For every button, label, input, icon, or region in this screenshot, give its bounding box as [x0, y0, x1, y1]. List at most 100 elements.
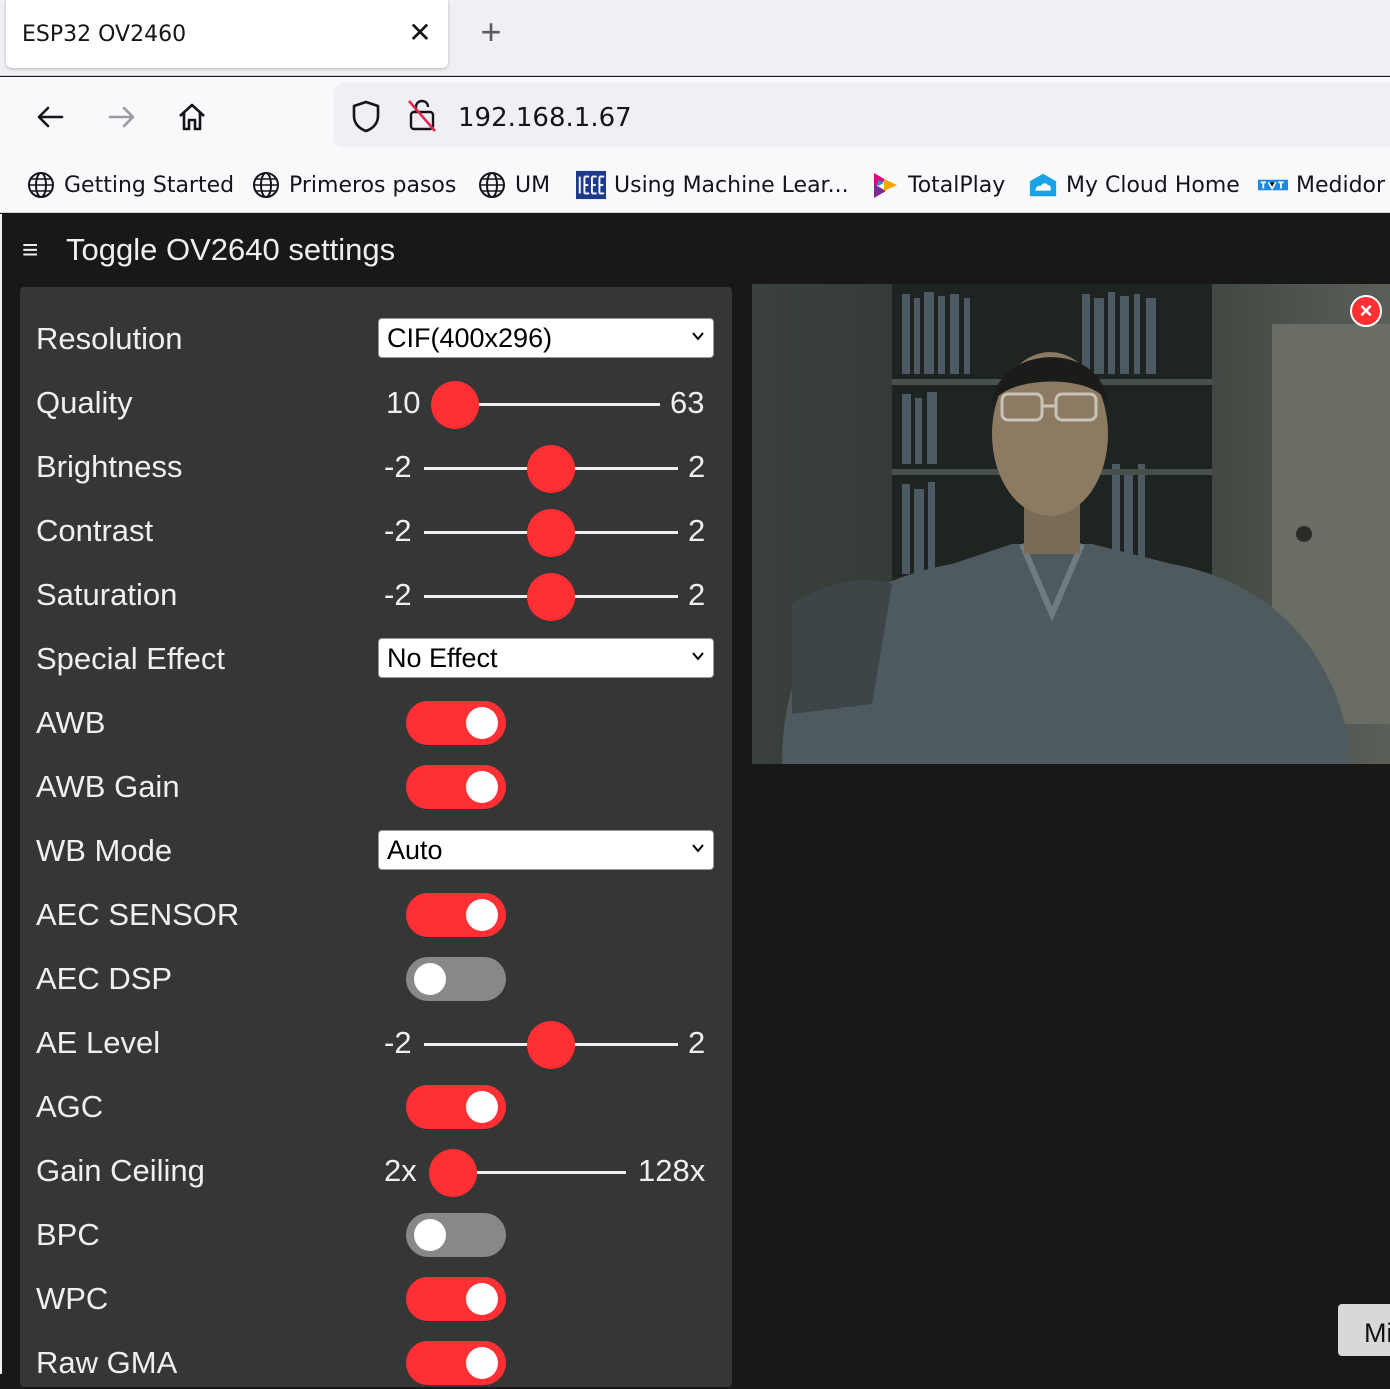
hamburger-menu-icon[interactable]: ≡ — [22, 236, 46, 264]
bookmark-getting-started[interactable]: Getting Started — [26, 169, 234, 201]
bookmark-label: My Cloud Home — [1066, 172, 1240, 198]
special-effect-select[interactable]: No Effect — [378, 638, 714, 678]
toggle-knob — [466, 1283, 498, 1315]
awb-gain-label: AWB Gain — [36, 769, 180, 804]
toggle-knob — [414, 1219, 446, 1251]
bookmark-label: TotalPlay — [908, 172, 1006, 198]
forward-button[interactable] — [100, 95, 144, 139]
agc-label: AGC — [36, 1089, 104, 1124]
bpc-label: BPC — [36, 1217, 100, 1252]
ae-level-min: -2 — [384, 1025, 412, 1060]
aec-dsp-toggle[interactable] — [406, 957, 506, 1001]
aec-dsp-row: AEC DSP — [20, 955, 732, 1005]
awb-toggle[interactable] — [406, 701, 506, 745]
contrast-label: Contrast — [36, 513, 154, 548]
resolution-select[interactable]: CIF(400x296) — [378, 318, 714, 358]
raw-gma-toggle[interactable] — [406, 1341, 506, 1385]
gain-ceiling-slider-thumb[interactable] — [429, 1149, 477, 1197]
resolution-label: Resolution — [36, 321, 183, 356]
contrast-slider-thumb[interactable] — [527, 509, 575, 557]
home-icon — [179, 103, 205, 131]
wpc-row: WPC — [20, 1275, 732, 1325]
tab-strip: ESP32 OV2460 ✕ + — [0, 0, 1390, 76]
toggle-knob — [466, 707, 498, 739]
bookmark-label: Primeros pasos — [289, 172, 457, 198]
cloud-icon — [1028, 170, 1058, 200]
raw-gma-row: Raw GMA — [20, 1339, 732, 1389]
saturation-slider-thumb[interactable] — [527, 573, 575, 621]
home-button[interactable] — [170, 95, 214, 139]
settings-panel: Resolution CIF(400x296) Quality 10 63 Br… — [20, 287, 732, 1387]
quality-row: Quality 10 63 — [20, 379, 732, 429]
quality-slider-thumb[interactable] — [431, 381, 479, 429]
saturation-row: Saturation -2 2 — [20, 571, 732, 621]
totalplay-icon — [870, 170, 900, 200]
close-stream-icon[interactable]: × — [1350, 295, 1382, 327]
bookmark-my-cloud-home[interactable]: My Cloud Home — [1028, 169, 1240, 201]
toggle-knob — [466, 899, 498, 931]
bookmark-um[interactable]: UM — [477, 169, 550, 201]
gain-ceiling-min: 2x — [384, 1153, 417, 1188]
brightness-slider-thumb[interactable] — [527, 445, 575, 493]
wb-mode-row: WB Mode Auto — [20, 827, 732, 877]
bookmark-totalplay[interactable]: TotalPlay — [870, 169, 1005, 201]
page-content: ≡ Toggle OV2640 settings Resolution CIF(… — [0, 214, 1390, 1387]
aec-dsp-label: AEC DSP — [36, 961, 173, 996]
saturation-min: -2 — [384, 577, 412, 612]
bookmark-using-machine-learning[interactable]: Using Machine Lear... — [576, 169, 849, 201]
new-tab-button[interactable]: + — [472, 14, 510, 52]
toggle-knob — [466, 771, 498, 803]
quality-label: Quality — [36, 385, 133, 420]
contrast-max: 2 — [688, 513, 706, 548]
back-button[interactable] — [28, 95, 72, 139]
brightness-row: Brightness -2 2 — [20, 443, 732, 493]
aec-sensor-toggle[interactable] — [406, 893, 506, 937]
bottom-right-button[interactable]: Mi — [1338, 1304, 1390, 1356]
bookmark-medidor[interactable]: Medidor — [1258, 169, 1385, 201]
navigation-bar: 192.168.1.67 — [0, 77, 1390, 155]
globe-icon — [251, 170, 281, 200]
bookmark-primeros-pasos[interactable]: Primeros pasos — [251, 169, 456, 201]
resolution-row: Resolution CIF(400x296) — [20, 315, 732, 365]
bookmark-label: UM — [515, 172, 551, 198]
insecure-lock-icon[interactable] — [406, 97, 438, 133]
special-effect-value: No Effect — [387, 643, 498, 673]
bpc-toggle[interactable] — [406, 1213, 506, 1257]
aec-sensor-label: AEC SENSOR — [36, 897, 240, 932]
quality-slider-track[interactable] — [450, 403, 660, 406]
settings-toggle[interactable]: ≡ Toggle OV2640 settings — [22, 230, 395, 270]
chevron-down-icon — [692, 844, 704, 853]
tab-title: ESP32 OV2460 — [22, 22, 187, 47]
ae-level-slider-thumb[interactable] — [527, 1021, 575, 1069]
agc-toggle[interactable] — [406, 1085, 506, 1129]
wb-mode-value: Auto — [387, 835, 443, 865]
raw-gma-label: Raw GMA — [36, 1345, 178, 1380]
bookmark-label: Medidor — [1296, 172, 1386, 198]
bookmarks-bar: Getting Started Primeros pasos UM Using … — [0, 155, 1390, 213]
url-text[interactable]: 192.168.1.67 — [458, 103, 632, 133]
resolution-value: CIF(400x296) — [387, 323, 553, 353]
awb-gain-toggle[interactable] — [406, 765, 506, 809]
page-title[interactable]: Toggle OV2640 settings — [66, 232, 395, 268]
medidor-icon — [1258, 170, 1288, 200]
special-effect-row: Special Effect No Effect — [20, 635, 732, 685]
browser-tab[interactable]: ESP32 OV2460 ✕ — [6, 0, 448, 68]
tab-close-icon[interactable]: ✕ — [404, 18, 436, 50]
brightness-min: -2 — [384, 449, 412, 484]
contrast-min: -2 — [384, 513, 412, 548]
quality-max: 63 — [670, 385, 705, 420]
wpc-toggle[interactable] — [406, 1277, 506, 1321]
url-bar[interactable]: 192.168.1.67 — [334, 83, 1390, 147]
chevron-down-icon — [692, 652, 704, 661]
ae-level-max: 2 — [688, 1025, 706, 1060]
shield-icon[interactable] — [350, 99, 382, 133]
bookmark-label: Getting Started — [64, 172, 235, 198]
toggle-knob — [466, 1347, 498, 1379]
awb-row: AWB — [20, 699, 732, 749]
wb-mode-select[interactable]: Auto — [378, 830, 714, 870]
aec-sensor-row: AEC SENSOR — [20, 891, 732, 941]
wb-mode-label: WB Mode — [36, 833, 173, 868]
back-arrow-icon — [37, 106, 64, 128]
awb-gain-row: AWB Gain — [20, 763, 732, 813]
bookmark-label: Using Machine Lear... — [614, 172, 849, 198]
